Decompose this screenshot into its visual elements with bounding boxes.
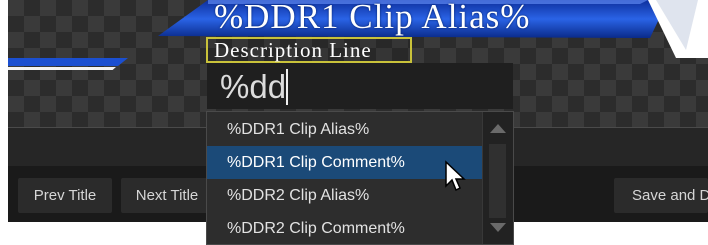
next-title-button[interactable]: Next Title: [121, 178, 213, 213]
mouse-pointer-icon: [445, 160, 466, 192]
chevron-down-icon[interactable]: [490, 223, 506, 232]
dropdown-scrollbar[interactable]: [482, 112, 513, 244]
description-text-layer[interactable]: Description Line: [214, 38, 372, 62]
title-text-layer[interactable]: %DDR1 Clip Alias%: [214, 0, 530, 34]
scroll-thumb[interactable]: [489, 144, 506, 218]
save-button[interactable]: Save and D: [614, 178, 708, 213]
chevron-up-icon[interactable]: [490, 124, 506, 133]
autocomplete-item[interactable]: %DDR2 Clip Alias%: [207, 179, 483, 212]
autocomplete-item[interactable]: %DDR2 Clip Comment%: [207, 212, 483, 244]
title-editor-window: %DDR1 Clip Alias% Description Line %dd P…: [0, 0, 708, 245]
autocomplete-item-selected[interactable]: %DDR1 Clip Comment%: [207, 146, 483, 179]
entry-value: %dd: [220, 68, 287, 105]
autocomplete-item[interactable]: %DDR1 Clip Alias%: [207, 113, 483, 146]
text-entry-field[interactable]: %dd: [207, 63, 513, 109]
prev-title-button[interactable]: Prev Title: [18, 178, 112, 213]
text-caret: [286, 69, 288, 105]
